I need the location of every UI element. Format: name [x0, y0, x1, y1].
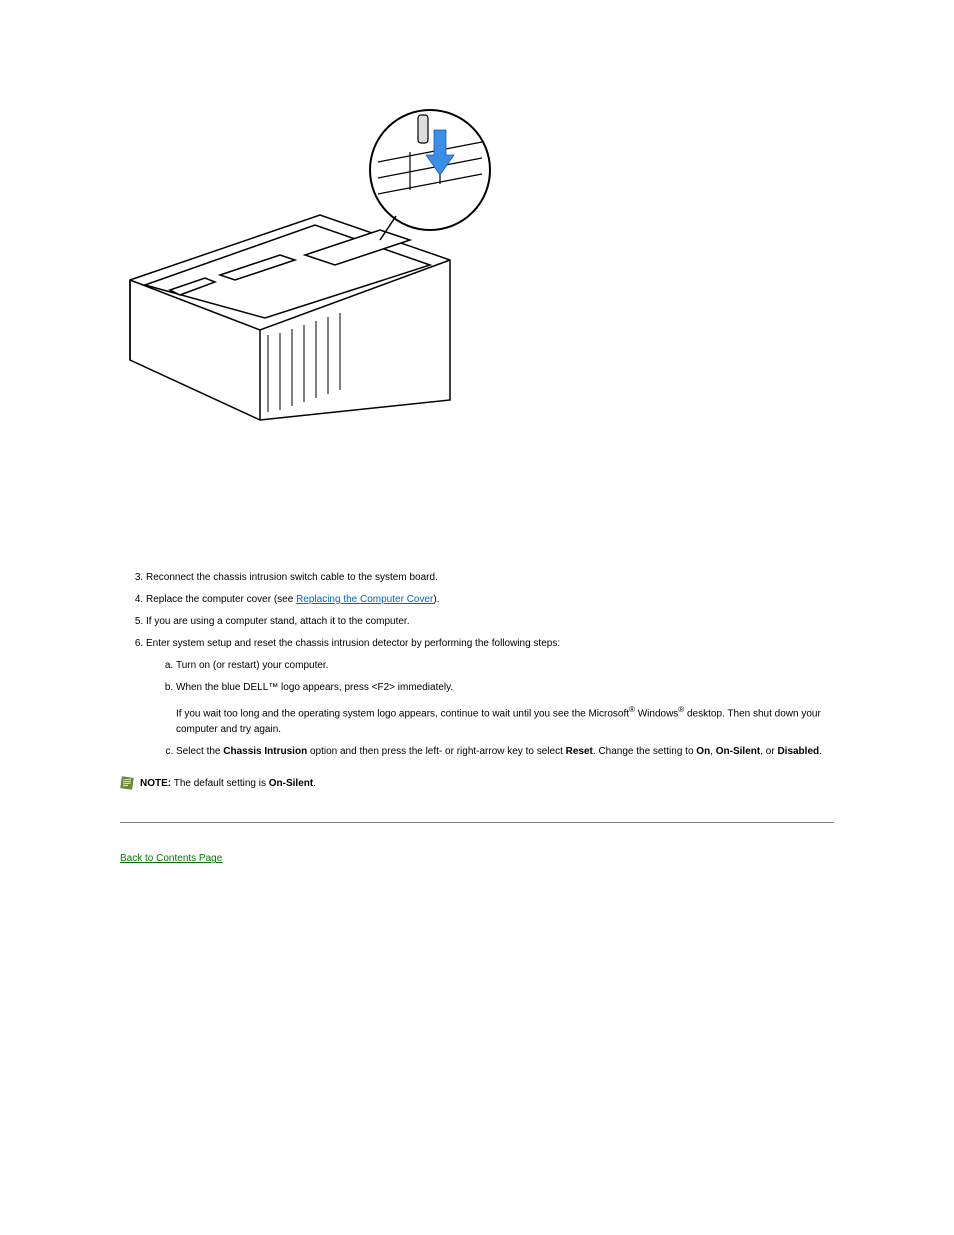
step-6-substeps: Turn on (or restart) your computer. When…: [146, 658, 834, 760]
note-text-1: The default setting is: [171, 778, 269, 789]
step-6c-2: option and then press the left- or right…: [307, 746, 565, 757]
step-6b: When the blue DELL™ logo appears, press …: [176, 680, 834, 738]
step-6c-5: , or: [760, 746, 777, 757]
step-4-tail: ).: [433, 594, 439, 605]
replacing-cover-link[interactable]: Replacing the Computer Cover: [296, 594, 433, 605]
section-divider: [120, 822, 834, 823]
step-6c-1: Select the: [176, 746, 223, 757]
chassis-intrusion-figure: [120, 0, 834, 560]
step-4: Replace the computer cover (see Replacin…: [146, 592, 834, 608]
step-5-text: If you are using a computer stand, attac…: [146, 616, 409, 627]
note-text-2: .: [313, 778, 316, 789]
step-6a-text: Turn on (or restart) your computer.: [176, 660, 328, 671]
step-6c-3: . Change the setting to: [593, 746, 696, 757]
step-3: Reconnect the chassis intrusion switch c…: [146, 570, 834, 586]
step-6c: Select the Chassis Intrusion option and …: [176, 744, 834, 760]
step-6c-bold-1: Chassis Intrusion: [223, 746, 307, 757]
step-3-text: Reconnect the chassis intrusion switch c…: [146, 572, 438, 583]
step-6c-bold-5: Disabled: [777, 746, 819, 757]
step-6b-text: When the blue DELL™ logo appears, press …: [176, 680, 834, 696]
note-text: NOTE: The default setting is On-Silent.: [140, 776, 316, 792]
instruction-list: Reconnect the chassis intrusion switch c…: [120, 570, 834, 760]
step-6b-follow: If you wait too long and the operating s…: [176, 704, 834, 738]
note-block: NOTE: The default setting is On-Silent.: [120, 776, 834, 792]
note-icon: [120, 776, 134, 790]
step-6c-bold-4: On-Silent: [716, 746, 760, 757]
step-6: Enter system setup and reset the chassis…: [146, 636, 834, 760]
step-6c-6: .: [819, 746, 822, 757]
step-5: If you are using a computer stand, attac…: [146, 614, 834, 630]
step-6-intro: Enter system setup and reset the chassis…: [146, 638, 560, 649]
back-to-contents-link[interactable]: Back to Contents Page: [120, 853, 222, 864]
step-6b-follow-1: If you wait too long and the operating s…: [176, 708, 629, 719]
step-6b-follow-2: Windows: [635, 708, 678, 719]
note-bold: On-Silent: [269, 778, 313, 789]
note-label: NOTE:: [140, 778, 171, 789]
step-6c-bold-3: On: [696, 746, 710, 757]
step-6c-bold-2: Reset: [566, 746, 593, 757]
step-6a: Turn on (or restart) your computer.: [176, 658, 834, 674]
step-4-text: Replace the computer cover (see: [146, 594, 296, 605]
